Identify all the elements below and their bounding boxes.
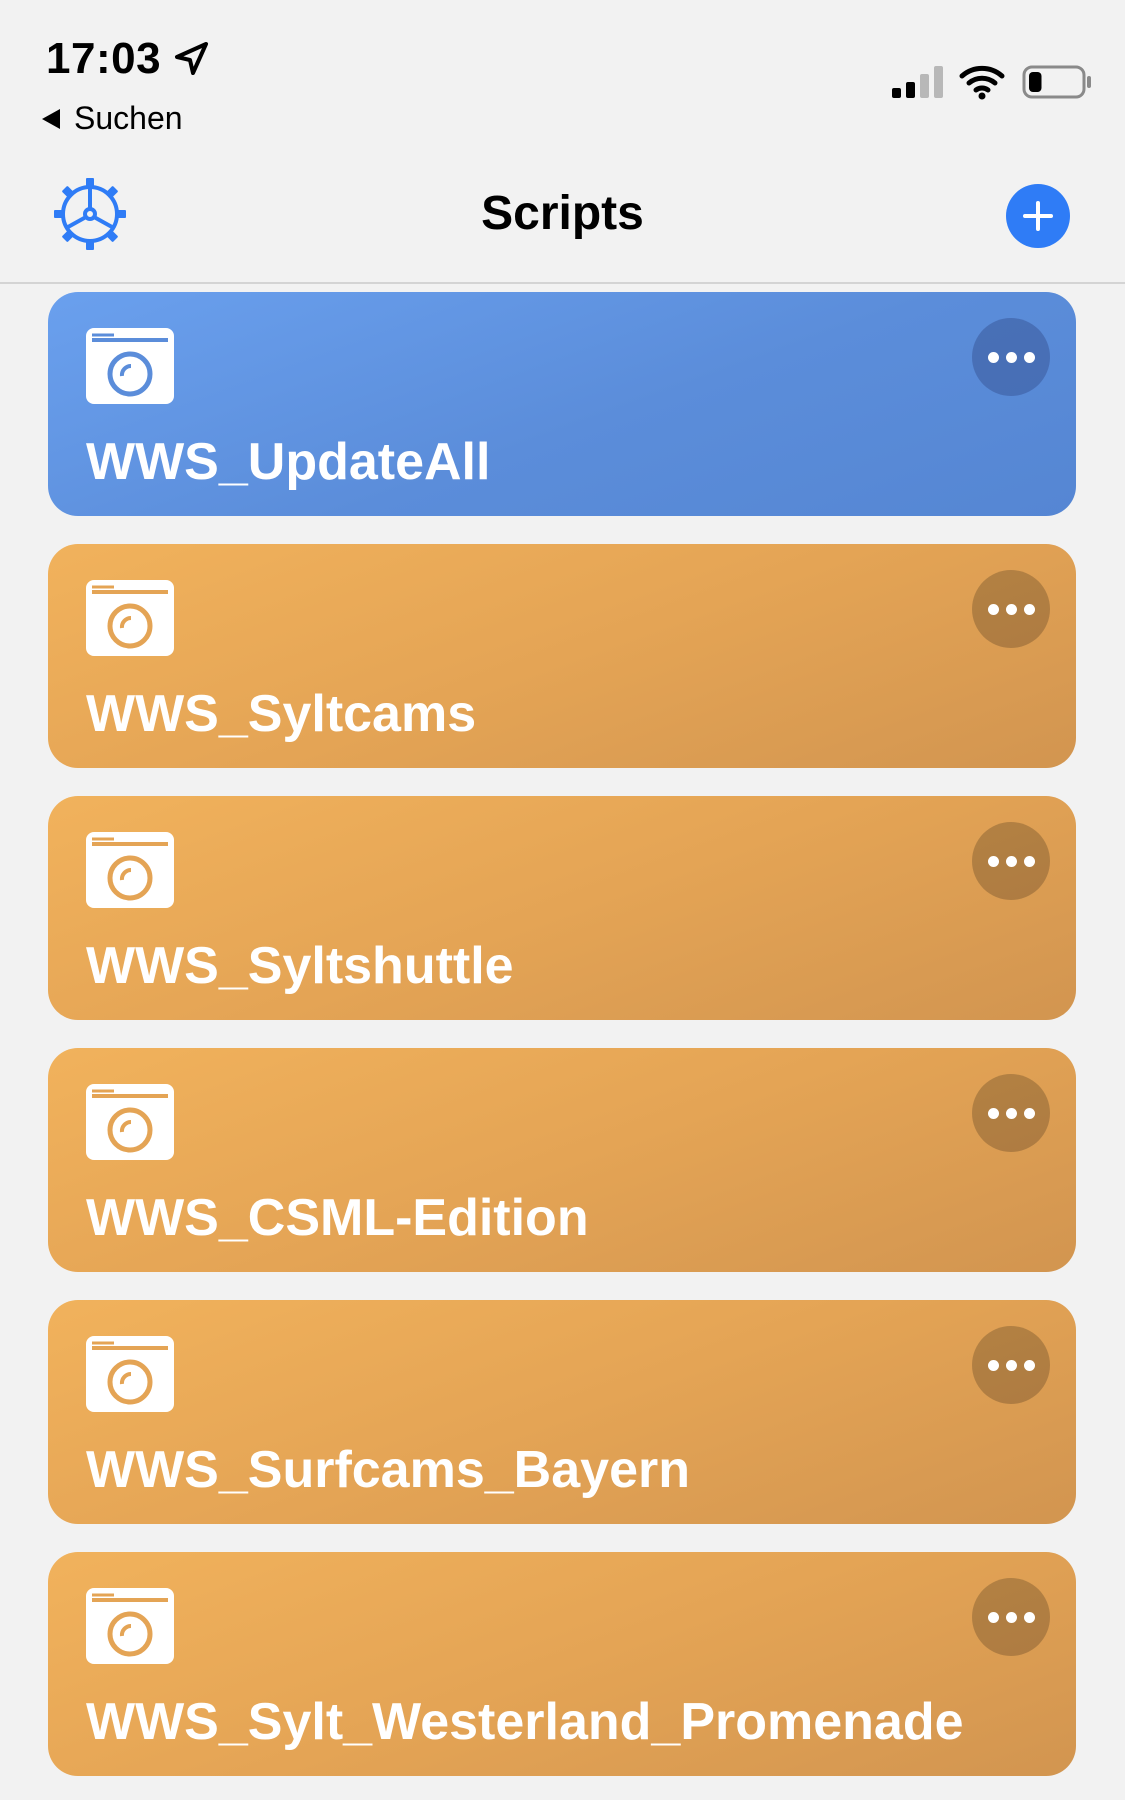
script-card[interactable]: WWS_UpdateAll	[48, 292, 1076, 516]
cellular-signal-icon	[892, 66, 943, 98]
battery-icon	[1022, 65, 1091, 99]
wifi-icon	[959, 65, 1005, 100]
script-card[interactable]: WWS_Surfcams_Bayern	[48, 1300, 1076, 1524]
script-card[interactable]: WWS_CSML-Edition	[48, 1048, 1076, 1272]
navigation-bar: Scripts	[0, 140, 1125, 284]
clock: 17:03	[46, 34, 211, 84]
camera-icon	[86, 328, 174, 404]
status-bar: 17:03 Suchen	[0, 0, 1125, 140]
script-card[interactable]: WWS_Syltcams	[48, 544, 1076, 768]
camera-icon	[86, 832, 174, 908]
camera-icon	[86, 580, 174, 656]
clock-time: 17:03	[46, 34, 162, 83]
camera-icon	[86, 1336, 174, 1412]
script-card[interactable]: WWS_Syltshuttle	[48, 796, 1076, 1020]
script-title: WWS_Sylt_Westerland_Promenade	[86, 1693, 964, 1751]
script-card[interactable]: WWS_Sylt_Westerland_Promenade	[48, 1552, 1076, 1776]
back-to-search-link[interactable]: Suchen	[40, 100, 183, 137]
more-options-button[interactable]	[972, 1578, 1050, 1656]
more-options-button[interactable]	[972, 570, 1050, 648]
more-options-button[interactable]	[972, 822, 1050, 900]
camera-icon	[86, 1084, 174, 1160]
script-title: WWS_Syltcams	[86, 685, 477, 743]
script-title: WWS_UpdateAll	[86, 433, 491, 491]
more-options-button[interactable]	[972, 1326, 1050, 1404]
back-label: Suchen	[74, 100, 183, 136]
more-options-button[interactable]	[972, 318, 1050, 396]
camera-icon	[86, 1588, 174, 1664]
location-arrow-icon	[175, 42, 209, 75]
back-triangle-icon	[42, 108, 60, 129]
page-title: Scripts	[481, 187, 644, 240]
script-title: WWS_Syltshuttle	[86, 937, 514, 995]
more-options-button[interactable]	[972, 1074, 1050, 1152]
add-script-button[interactable]	[1006, 184, 1070, 248]
script-title: WWS_CSML-Edition	[86, 1189, 589, 1247]
script-title: WWS_Surfcams_Bayern	[86, 1441, 690, 1499]
